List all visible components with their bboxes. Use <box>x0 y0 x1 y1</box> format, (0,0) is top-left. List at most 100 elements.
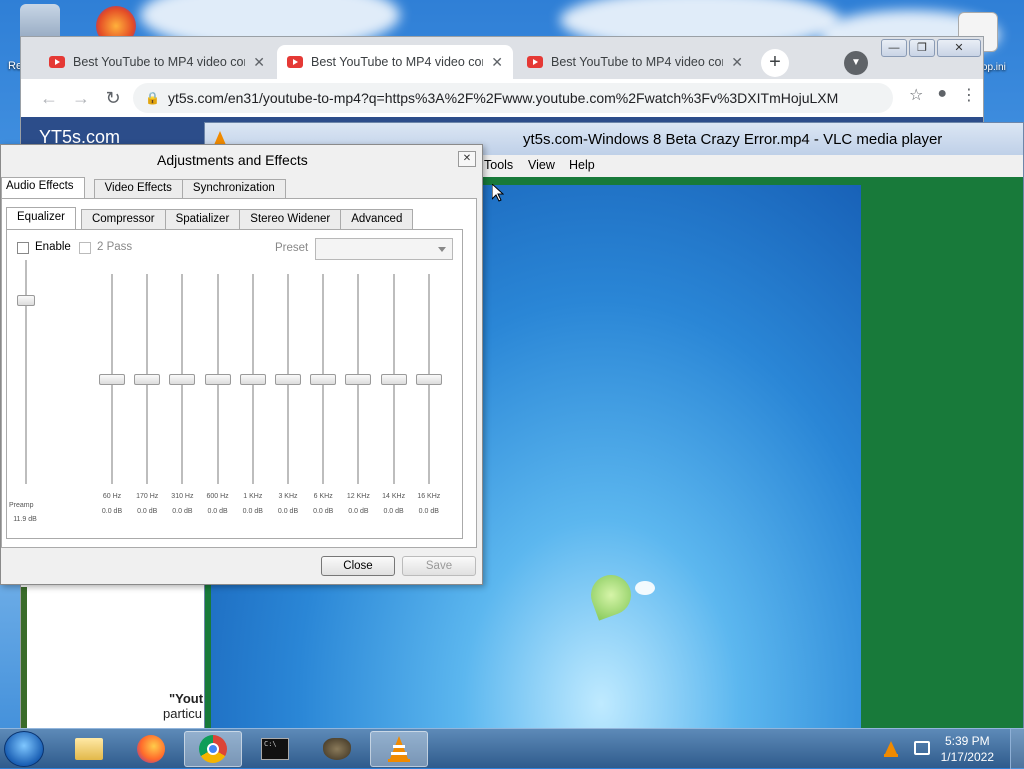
network-tray-icon[interactable] <box>914 741 930 755</box>
band-frequency: 12 KHz <box>346 493 370 500</box>
toolbar-right: ☆ ● ⋮ <box>909 85 977 105</box>
enable-label: Enable <box>35 241 71 253</box>
taskbar-file-explorer[interactable] <box>60 731 118 767</box>
band-handle-8[interactable] <box>345 374 372 385</box>
band-value: 0.0 dB <box>277 508 299 515</box>
inner-tab-bar: Equalizer Compressor Spatializer Stereo … <box>6 207 414 229</box>
close-window-button[interactable]: ✕ <box>937 39 981 57</box>
band-handle-5[interactable] <box>239 374 266 385</box>
tray-clock[interactable]: 5:39 PM 1/17/2022 <box>941 733 994 765</box>
band-frequency: 600 Hz <box>206 493 229 500</box>
band-value: 0.0 dB <box>313 508 334 515</box>
band-handle-1[interactable] <box>99 374 125 385</box>
taskbar-vlc[interactable] <box>370 731 428 767</box>
address-bar[interactable]: 🔒 yt5s.com/en31/youtube-to-mp4?q=https%3… <box>133 83 893 113</box>
two-pass-label: 2 Pass <box>97 241 133 253</box>
preamp-handle[interactable] <box>17 295 35 307</box>
preamp-track <box>25 260 27 484</box>
tab-close-icon[interactable]: ✕ <box>491 54 503 71</box>
band-value: 0.0 dB <box>101 508 123 515</box>
menu-help[interactable]: Help <box>569 158 595 172</box>
band-value: 0.0 dB <box>207 508 228 515</box>
tab-stereo-widener[interactable]: Stereo Widener <box>239 209 342 229</box>
forward-icon[interactable]: → <box>65 88 97 109</box>
band-frequency: 3 KHz <box>278 493 298 500</box>
dialog-close-icon[interactable]: ✕ <box>458 151 476 167</box>
taskbar: C:\ 5:39 PM 1/17/2022 <box>0 728 1024 769</box>
back-icon[interactable]: ← <box>33 88 65 109</box>
band-frequency: 6 KHz <box>313 493 333 500</box>
taskbar-gimp[interactable] <box>308 731 366 767</box>
window-controls: — ❐ ✕ <box>881 39 981 57</box>
clock-date: 1/17/2022 <box>940 750 994 764</box>
tab-advanced[interactable]: Advanced <box>340 209 414 229</box>
vlc-window-title: yt5s.com-Windows 8 Beta Crazy Error.mp4 … <box>523 131 943 148</box>
close-button[interactable]: Close <box>321 556 395 576</box>
vlc-tray-icon[interactable] <box>884 741 898 757</box>
band-value: 0.0 dB <box>418 508 439 515</box>
tab-video-effects[interactable]: Video Effects <box>93 179 183 199</box>
band-handle-7[interactable] <box>310 374 337 385</box>
clock-time: 5:39 PM <box>944 734 990 748</box>
profile-icon[interactable]: ● <box>937 85 947 105</box>
preamp-value: 11.9 dB <box>13 516 37 523</box>
taskbar-command-prompt[interactable]: C:\ <box>246 731 304 767</box>
video-logo-shape <box>635 581 655 595</box>
taskbar-chrome[interactable] <box>184 731 242 767</box>
page-text-body: particu <box>163 706 203 721</box>
band-handle-10[interactable] <box>415 374 442 385</box>
menu-tools[interactable]: Tools <box>484 158 513 172</box>
two-pass-checkbox[interactable] <box>79 242 91 254</box>
band-frequency: 1 KHz <box>243 493 263 500</box>
mouse-cursor-icon <box>492 184 504 202</box>
preset-select[interactable] <box>315 238 453 260</box>
browser-tab[interactable]: Best YouTube to MP4 video conv ✕ <box>39 45 275 79</box>
url-text[interactable]: yt5s.com/en31/youtube-to-mp4?q=https%3A%… <box>168 90 838 106</box>
youtube-icon <box>527 56 543 68</box>
tab-compressor[interactable]: Compressor <box>80 209 166 229</box>
tab-close-icon[interactable]: ✕ <box>253 54 265 71</box>
band-handle-2[interactable] <box>134 374 161 385</box>
tab-search-icon[interactable]: ▼ <box>844 51 868 75</box>
tab-title: Best YouTube to MP4 video conv <box>311 55 484 69</box>
taskbar-firefox[interactable] <box>122 731 180 767</box>
tab-title: Best YouTube to MP4 video conv <box>551 55 724 69</box>
equalizer-panel: Enable 2 Pass Preset Preamp 11.9 dB 60 H… <box>6 229 463 539</box>
start-button[interactable] <box>4 731 44 767</box>
reload-icon[interactable]: ↻ <box>97 88 129 109</box>
dialog-title-bar: Adjustments and Effects ✕ <box>1 145 482 175</box>
show-desktop-button[interactable] <box>1010 729 1024 769</box>
tab-audio-effects[interactable]: Audio Effects <box>1 177 85 199</box>
band-handle-6[interactable] <box>275 374 301 385</box>
gimp-icon <box>323 738 351 760</box>
preamp-label: Preamp <box>9 502 34 509</box>
new-tab-button[interactable]: + <box>761 49 789 77</box>
tab-synchronization[interactable]: Synchronization <box>181 179 286 199</box>
maximize-button[interactable]: ❐ <box>909 39 935 57</box>
band-handle-4[interactable] <box>204 374 231 385</box>
outer-tab-bar: Audio Effects Video Effects Synchronizat… <box>1 177 286 199</box>
band-value: 0.0 dB <box>172 508 193 515</box>
tab-equalizer[interactable]: Equalizer <box>6 207 76 229</box>
tab-close-icon[interactable]: ✕ <box>731 54 743 71</box>
tab-title: Best YouTube to MP4 video conv <box>73 55 246 69</box>
chrome-menu-icon[interactable]: ⋮ <box>961 85 977 105</box>
browser-tab[interactable]: Best YouTube to MP4 video conv ✕ <box>517 45 753 79</box>
firefox-icon <box>137 735 165 763</box>
audio-effects-panel: Equalizer Compressor Spatializer Stereo … <box>1 198 477 548</box>
band-value: 0.0 dB <box>137 508 158 515</box>
band-frequency: 16 KHz <box>417 493 441 500</box>
dialog-title: Adjustments and Effects <box>157 152 308 168</box>
band-handle-9[interactable] <box>380 374 407 385</box>
enable-checkbox[interactable] <box>17 242 29 254</box>
save-button[interactable]: Save <box>402 556 476 576</box>
tab-spatializer[interactable]: Spatializer <box>164 209 241 229</box>
band-handle-3[interactable] <box>169 374 196 385</box>
page-text-bold: "Yout <box>169 691 204 706</box>
bookmark-star-icon[interactable]: ☆ <box>909 85 923 105</box>
browser-tab-active[interactable]: Best YouTube to MP4 video conv ✕ <box>277 45 513 79</box>
folder-icon <box>75 738 103 760</box>
menu-view[interactable]: View <box>528 158 555 172</box>
band-frequency: 310 Hz <box>171 493 194 500</box>
minimize-button[interactable]: — <box>881 39 907 57</box>
